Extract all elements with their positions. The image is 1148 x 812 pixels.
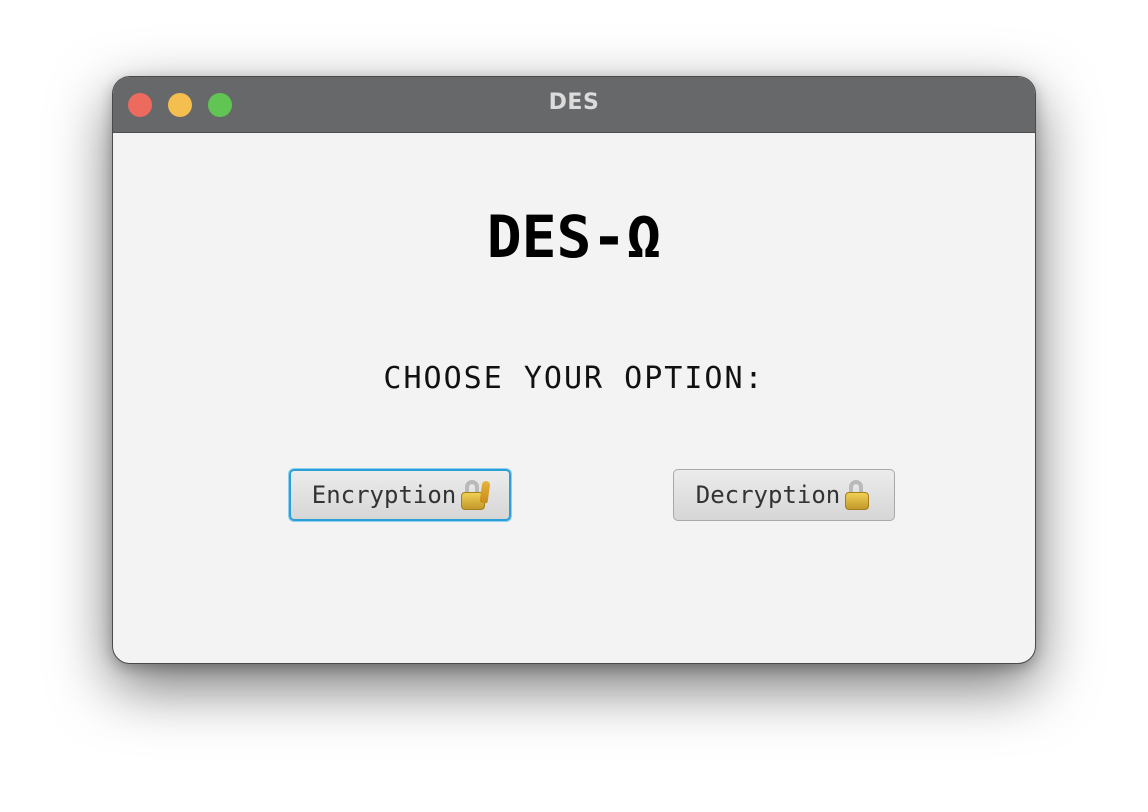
decryption-button-label: Decryption xyxy=(695,481,841,509)
app-title: DES-Ω xyxy=(486,203,662,271)
lock-icon xyxy=(842,479,872,511)
locked-with-key-icon xyxy=(458,479,491,511)
encryption-button[interactable]: Encryption xyxy=(289,469,511,521)
window-title: DES xyxy=(548,90,600,115)
title-bar[interactable]: DES xyxy=(113,77,1035,133)
app-window: DES DES-Ω CHOOSE YOUR OPTION: Encryption… xyxy=(112,76,1036,664)
main-content: DES-Ω CHOOSE YOUR OPTION: Encryption Dec… xyxy=(113,133,1035,663)
choose-option-prompt: CHOOSE YOUR OPTION: xyxy=(383,361,765,396)
encryption-button-label: Encryption xyxy=(311,481,457,509)
decryption-button[interactable]: Decryption xyxy=(673,469,895,521)
